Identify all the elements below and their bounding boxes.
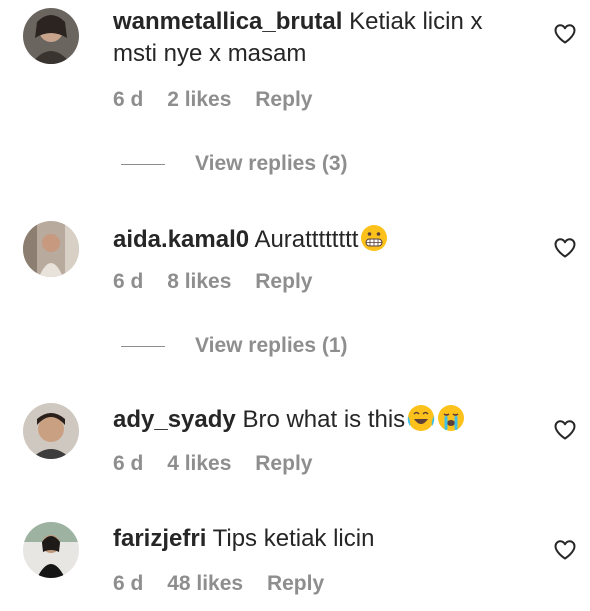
comment-username[interactable]: aida.kamal0 (113, 226, 249, 253)
comment-meta: 6 d 8 likes Reply (113, 270, 330, 294)
grimacing-face-emoji-icon (360, 224, 388, 252)
comment-text: wanmetallica_brutal Ketiak licin x msti … (113, 6, 533, 70)
comment-likes[interactable]: 2 likes (167, 88, 231, 111)
view-replies-button[interactable]: View replies (3) (121, 152, 348, 176)
comment-time: 6 d (113, 270, 144, 293)
loudly-crying-face-emoji-icon (437, 404, 465, 432)
avatar[interactable] (23, 403, 79, 459)
comment-likes[interactable]: 8 likes (167, 270, 231, 293)
heart-outline-icon[interactable] (553, 538, 577, 562)
reply-button[interactable]: Reply (255, 270, 312, 293)
view-replies-label[interactable]: View replies (3) (195, 152, 348, 175)
replies-divider (121, 345, 165, 347)
comment-username[interactable]: ady_syady (113, 406, 236, 433)
comment-text: farizjefri Tips ketiak licin (113, 523, 533, 555)
avatar[interactable] (23, 8, 79, 64)
comment-meta: 6 d 48 likes Reply (113, 572, 342, 596)
reply-button[interactable]: Reply (255, 88, 312, 111)
comment-username[interactable]: farizjefri (113, 525, 206, 552)
comment-body: Tips ketiak licin (212, 525, 375, 552)
heart-outline-icon[interactable] (553, 236, 577, 260)
view-replies-label[interactable]: View replies (1) (195, 334, 348, 357)
reply-button[interactable]: Reply (255, 452, 312, 475)
heart-outline-icon[interactable] (553, 418, 577, 442)
comment-meta: 6 d 2 likes Reply (113, 88, 330, 112)
comment-likes[interactable]: 48 likes (167, 572, 243, 595)
comment-body: Bro what is this (242, 406, 406, 433)
tears-of-joy-emoji-icon (407, 404, 435, 432)
comment-time: 6 d (113, 452, 144, 475)
comment-text: aida.kamal0 Auratttttttt (113, 224, 533, 256)
comment-time: 6 d (113, 572, 144, 595)
heart-outline-icon[interactable] (553, 22, 577, 46)
replies-divider (121, 163, 165, 165)
comment-time: 6 d (113, 88, 144, 111)
comment-username[interactable]: wanmetallica_brutal (113, 8, 342, 35)
avatar[interactable] (23, 221, 79, 277)
view-replies-button[interactable]: View replies (1) (121, 334, 348, 358)
avatar[interactable] (23, 522, 79, 578)
comment-likes[interactable]: 4 likes (167, 452, 231, 475)
comment-text: ady_syady Bro what is this (113, 404, 533, 436)
comment-body: Auratttttttt (254, 226, 359, 253)
reply-button[interactable]: Reply (267, 572, 324, 595)
comment-meta: 6 d 4 likes Reply (113, 452, 330, 476)
